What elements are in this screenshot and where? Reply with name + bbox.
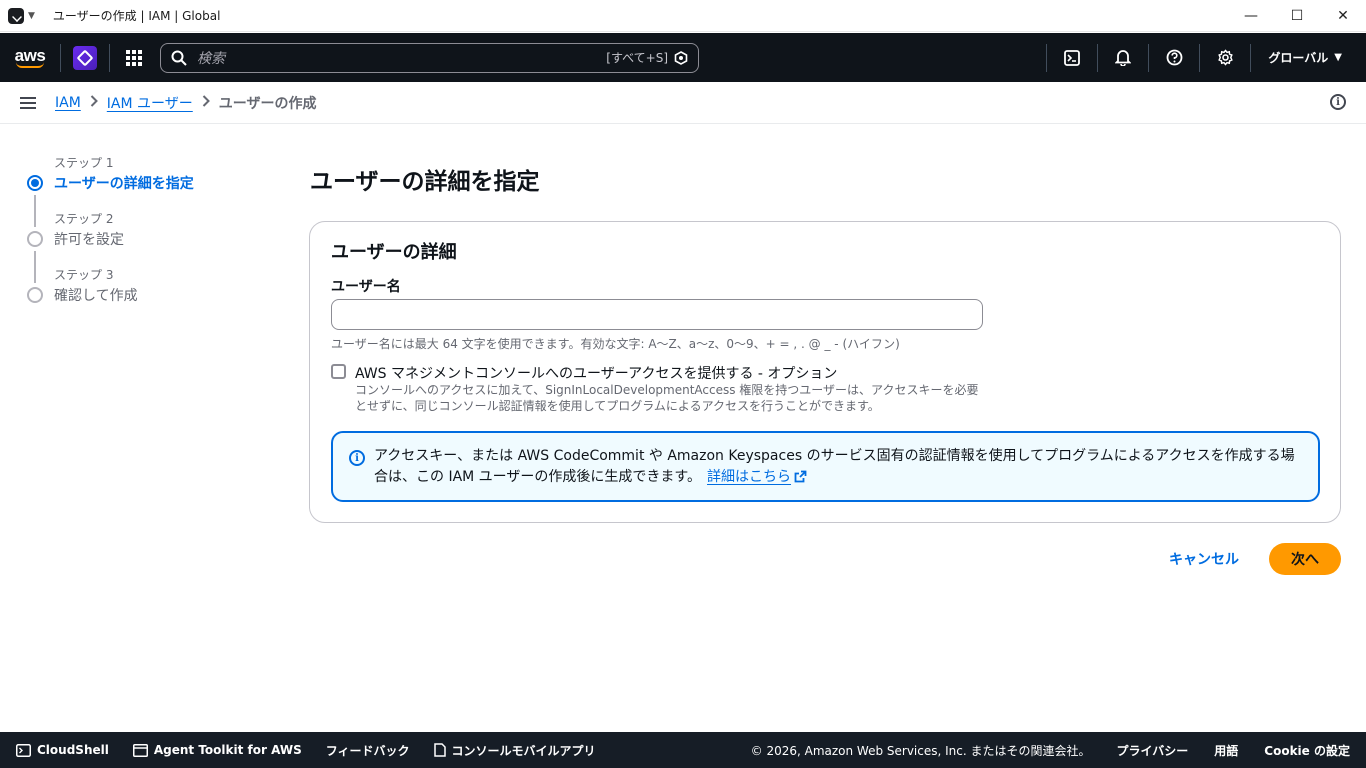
chevron-right-icon [90, 94, 98, 111]
console-access-label[interactable]: AWS マネジメントコンソールへのユーザーアクセスを提供する - オプション [355, 363, 837, 383]
footer-mobile-app-label: コンソールモバイルアプリ [451, 743, 596, 758]
learn-more-link[interactable]: 詳細はこちら [707, 469, 807, 485]
console-access-checkbox[interactable] [331, 364, 346, 379]
footer-cloudshell-label: CloudShell [37, 743, 109, 757]
info-panel-icon[interactable]: i [1330, 94, 1346, 110]
footer-privacy-link[interactable]: プライバシー [1117, 742, 1189, 759]
footer-terms-link[interactable]: 用語 [1214, 742, 1238, 759]
footer-cookie-link[interactable]: Cookie の設定 [1264, 742, 1350, 759]
wizard-step-1[interactable]: ステップ 1 ユーザーの詳細を指定 [26, 150, 276, 227]
browser-window-title: ユーザーの作成 | IAM | Global [52, 9, 221, 23]
close-button[interactable]: ✕ [1320, 0, 1366, 32]
username-input[interactable] [331, 299, 983, 330]
footer-mobile-app-link[interactable]: コンソールモバイルアプリ [433, 742, 596, 759]
cloudshell-icon[interactable] [1047, 33, 1097, 82]
menu-hamburger-icon[interactable] [20, 94, 36, 112]
footer-cloudshell-link[interactable]: CloudShell [16, 743, 109, 757]
footer-copyright: © 2026, Amazon Web Services, Inc. またはその関… [750, 743, 1091, 758]
container-title: ユーザーの詳細 [331, 242, 457, 263]
aws-logo[interactable]: aws [0, 33, 60, 82]
cloudshell-icon [16, 743, 31, 757]
step-dot-icon [27, 231, 43, 247]
bell-icon[interactable] [1098, 33, 1148, 82]
breadcrumb-bar: IAM IAM ユーザー ユーザーの作成 i [0, 82, 1366, 124]
region-label: グローバル [1268, 51, 1329, 65]
iam-service-icon[interactable] [73, 45, 97, 70]
learn-more-link-label: 詳細はこちら [707, 469, 792, 485]
footer-right-group: © 2026, Amazon Web Services, Inc. またはその関… [751, 732, 1350, 768]
page-title: ユーザーの詳細を指定 [310, 169, 540, 195]
search-placeholder: 検索 [197, 50, 225, 67]
services-grid-icon[interactable] [110, 33, 158, 82]
aws-top-navigation: aws 検索 [すべて+S] グローバル ▼ [0, 33, 1366, 82]
wizard-step-3[interactable]: ステップ 3 確認して作成 [26, 262, 276, 318]
minimize-button[interactable]: — [1228, 0, 1274, 32]
region-selector[interactable]: グローバル ▼ [1251, 49, 1366, 66]
nav-divider [60, 43, 61, 72]
next-button[interactable]: 次へ [1269, 543, 1341, 575]
wizard-steps: ステップ 1 ユーザーの詳細を指定 ステップ 2 許可を設定 ステップ 3 確認… [26, 150, 276, 318]
mobile-app-icon [433, 743, 446, 757]
aws-logo-text: aws [14, 45, 46, 65]
global-search-input[interactable]: 検索 [すべて+S] [160, 42, 699, 73]
breadcrumb-iam-users-link[interactable]: IAM ユーザー [107, 93, 193, 113]
footer-agent-toolkit-link[interactable]: Agent Toolkit for AWS [132, 743, 302, 757]
maximize-button[interactable]: ☐ [1274, 0, 1320, 32]
search-icon [171, 50, 187, 66]
breadcrumb: IAM IAM ユーザー ユーザーの作成 [55, 93, 317, 113]
info-alert: i アクセスキー、または AWS CodeCommit や Amazon Key… [331, 431, 1320, 502]
user-details-container: ユーザーの詳細 ユーザー名 ユーザー名には最大 64 文字を使用できます。有効な… [309, 221, 1341, 523]
step-number-label: ステップ 1 [54, 156, 114, 170]
cancel-button[interactable]: キャンセル [1160, 544, 1248, 574]
username-label: ユーザー名 [331, 279, 401, 295]
settings-icon[interactable] [1200, 33, 1250, 82]
step-dot-icon [27, 287, 43, 303]
help-icon[interactable] [1149, 33, 1199, 82]
alert-content: アクセスキー、または AWS CodeCommit や Amazon Keysp… [374, 446, 1304, 488]
toolkit-icon [132, 743, 148, 757]
username-constraint-text: ユーザー名には最大 64 文字を使用できます。有効な文字: A〜Z、a〜z、0〜… [331, 337, 900, 351]
search-shortcut-hint: [すべて+S] [606, 51, 668, 65]
footer-feedback-label: フィードバック [325, 743, 410, 758]
chevron-right-icon [202, 94, 210, 111]
browser-app-icon[interactable] [8, 7, 24, 24]
window-controls: — ☐ ✕ [1228, 0, 1366, 32]
step-name: 確認して作成 [54, 288, 138, 304]
step-number-label: ステップ 3 [54, 268, 114, 282]
breadcrumb-iam-link[interactable]: IAM [55, 95, 81, 111]
console-footer: CloudShell Agent Toolkit for AWS フィードバック… [0, 732, 1366, 768]
footer-agent-toolkit-label: Agent Toolkit for AWS [153, 743, 302, 757]
step-active-dot-icon [27, 175, 43, 191]
step-number-label: ステップ 2 [54, 212, 114, 226]
ai-assistant-icon[interactable] [674, 50, 688, 65]
browser-menu-chevron-icon[interactable]: ▼ [28, 11, 35, 21]
alert-text: アクセスキー、または AWS CodeCommit や Amazon Keysp… [374, 448, 1295, 485]
wizard-step-2[interactable]: ステップ 2 許可を設定 [26, 206, 276, 283]
caret-down-icon: ▼ [1334, 52, 1342, 63]
breadcrumb-current: ユーザーの作成 [218, 95, 317, 112]
external-link-icon [794, 470, 807, 483]
step-name: ユーザーの詳細を指定 [54, 176, 194, 192]
footer-feedback-link[interactable]: フィードバック [326, 742, 410, 759]
browser-titlebar: ▼ ユーザーの作成 | IAM | Global — ☐ ✕ [0, 0, 1366, 32]
console-access-description: コンソールへのアクセスに加えて、SignInLocalDevelopmentAc… [355, 383, 979, 413]
aws-smile-icon [16, 62, 44, 68]
info-icon: i [349, 450, 365, 466]
step-name: 許可を設定 [54, 232, 124, 248]
nav-right-group: グローバル ▼ [1046, 33, 1366, 82]
